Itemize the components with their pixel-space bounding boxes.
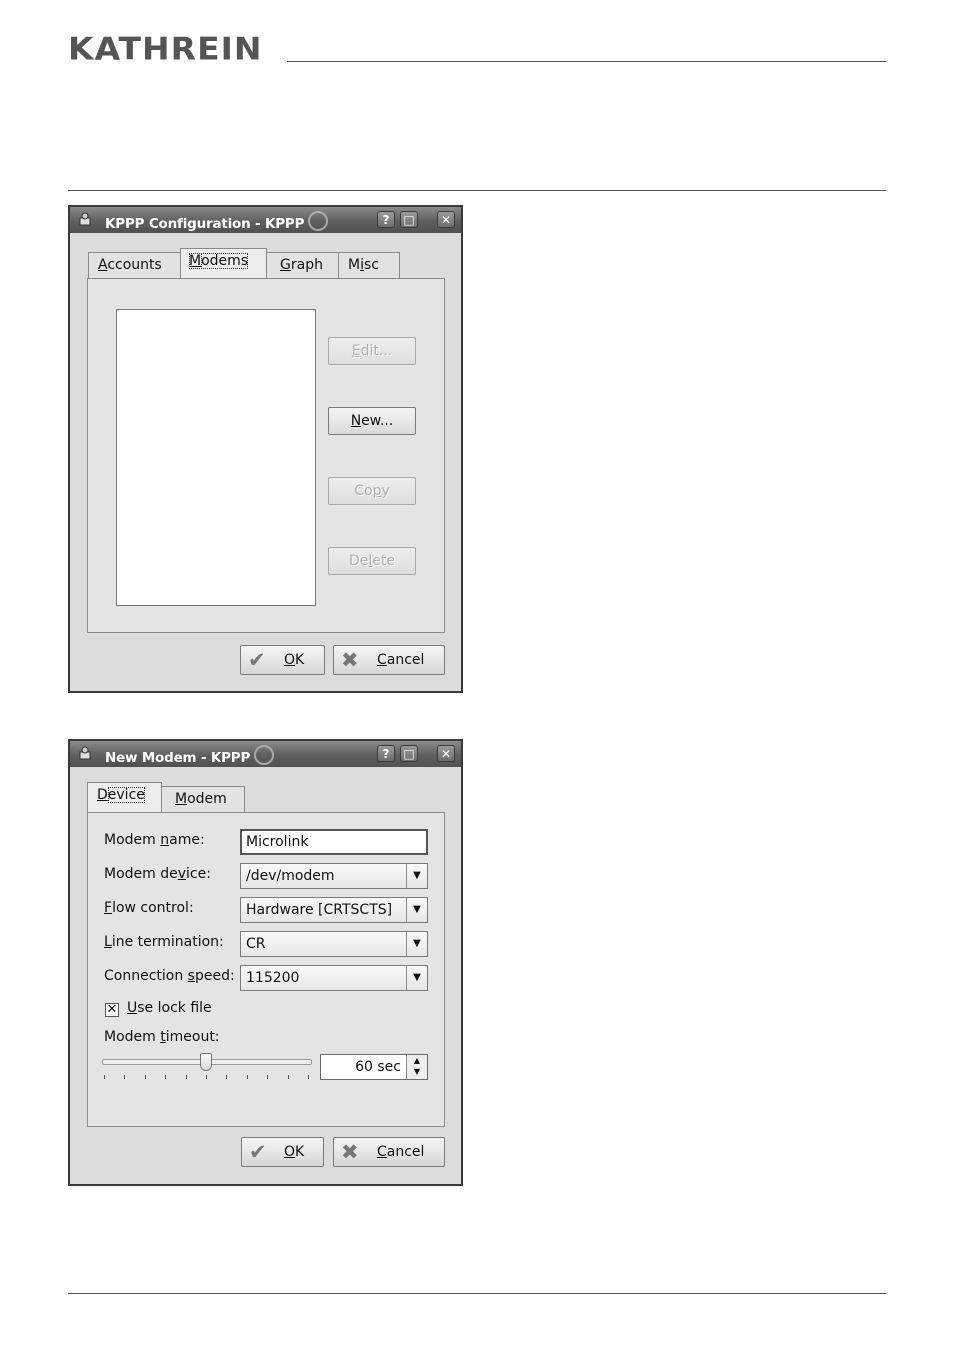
- dropdown-arrow-icon: ▼: [406, 932, 427, 956]
- checkmark-icon: ✔: [248, 648, 266, 672]
- tab-modem[interactable]: Modem: [161, 786, 245, 814]
- slider-handle[interactable]: [200, 1053, 212, 1071]
- tab-accounts[interactable]: Accounts: [88, 252, 181, 280]
- modem-name-label: Modem name:: [104, 832, 205, 848]
- tab-misc[interactable]: Misc: [338, 252, 400, 280]
- titlebar: KPPP Configuration - KPPP ? □ ✕: [70, 207, 461, 233]
- kppp-app-icon: [79, 212, 91, 226]
- slider-tick: [206, 1075, 207, 1079]
- kppp-swirl-icon: [254, 745, 275, 765]
- dropdown-arrow-icon: ▼: [406, 864, 427, 888]
- section-rule: [68, 190, 886, 191]
- ok-button[interactable]: ✔ OK: [241, 1137, 324, 1167]
- tab-graph[interactable]: Graph: [266, 252, 339, 280]
- modem-list[interactable]: [116, 309, 316, 606]
- connection-speed-select[interactable]: 115200 ▼: [240, 965, 428, 991]
- slider-tick: [145, 1075, 146, 1079]
- slider-tick: [247, 1075, 248, 1079]
- edit-button[interactable]: Edit...: [328, 337, 416, 365]
- flow-control-select[interactable]: Hardware [CRTSCTS] ▼: [240, 897, 428, 923]
- connection-speed-label: Connection speed:: [104, 968, 235, 984]
- kppp-configuration-window: KPPP Configuration - KPPP ? □ ✕ Accounts…: [68, 205, 463, 693]
- modems-panel: Edit... New... Copy Delete: [87, 278, 445, 633]
- slider-tick: [124, 1075, 125, 1079]
- use-lock-file-checkbox[interactable]: ✕: [105, 1003, 119, 1017]
- slider-tick: [165, 1075, 166, 1079]
- cancel-x-icon: ✖: [341, 648, 359, 672]
- dropdown-arrow-icon: ▼: [406, 966, 427, 990]
- footer-rule: [68, 1293, 886, 1294]
- dropdown-arrow-icon: ▼: [406, 898, 427, 922]
- line-termination-label: Line termination:: [104, 934, 224, 950]
- slider-tick: [226, 1075, 227, 1079]
- maximize-button[interactable]: □: [400, 745, 418, 762]
- help-button[interactable]: ?: [377, 745, 395, 762]
- cancel-button[interactable]: ✖ Cancel: [333, 1137, 445, 1167]
- modem-device-select[interactable]: /dev/modem ▼: [240, 863, 428, 889]
- line-termination-select[interactable]: CR ▼: [240, 931, 428, 957]
- maximize-button[interactable]: □: [400, 211, 418, 228]
- modem-timeout-spinbox[interactable]: 60 sec ▲ ▼: [320, 1054, 428, 1080]
- use-lock-file-label[interactable]: Use lock file: [127, 1000, 212, 1016]
- kathrein-logo: KATHREIN: [68, 30, 263, 68]
- copy-button[interactable]: Copy: [328, 477, 416, 505]
- header-rule: [287, 61, 886, 62]
- checkmark-icon: ✔: [249, 1140, 267, 1164]
- cancel-x-icon: ✖: [341, 1140, 359, 1164]
- device-panel: Modem name: Microlink Modem device: /dev…: [87, 812, 445, 1127]
- new-button[interactable]: New...: [328, 407, 416, 435]
- modem-device-label: Modem device:: [104, 866, 211, 882]
- slider-tick: [288, 1075, 289, 1079]
- modem-timeout-slider[interactable]: [102, 1053, 314, 1083]
- ok-button[interactable]: ✔ OK: [240, 645, 325, 675]
- spin-arrows-icon[interactable]: ▲ ▼: [406, 1055, 427, 1079]
- delete-button[interactable]: Delete: [328, 547, 416, 575]
- help-button[interactable]: ?: [377, 211, 395, 228]
- slider-tick: [267, 1075, 268, 1079]
- cancel-button[interactable]: ✖ Cancel: [333, 645, 445, 675]
- tab-modems[interactable]: Modems: [180, 248, 267, 278]
- close-button[interactable]: ✕: [437, 745, 455, 762]
- flow-control-label: Flow control:: [104, 900, 194, 916]
- tab-device[interactable]: Device: [87, 782, 162, 812]
- modem-timeout-label: Modem timeout:: [104, 1029, 220, 1045]
- titlebar: New Modem - KPPP ? □ ✕: [70, 741, 461, 767]
- close-button[interactable]: ✕: [437, 211, 455, 228]
- window-title: New Modem - KPPP: [105, 745, 275, 766]
- kppp-swirl-icon: [308, 211, 329, 231]
- slider-tick: [104, 1075, 105, 1079]
- modem-name-input[interactable]: Microlink: [240, 829, 428, 855]
- kppp-app-icon: [79, 746, 91, 760]
- slider-tick: [186, 1075, 187, 1079]
- new-modem-window: New Modem - KPPP ? □ ✕ Device Modem Mode…: [68, 739, 463, 1186]
- window-title: KPPP Configuration - KPPP: [105, 211, 329, 232]
- slider-tick: [308, 1075, 309, 1079]
